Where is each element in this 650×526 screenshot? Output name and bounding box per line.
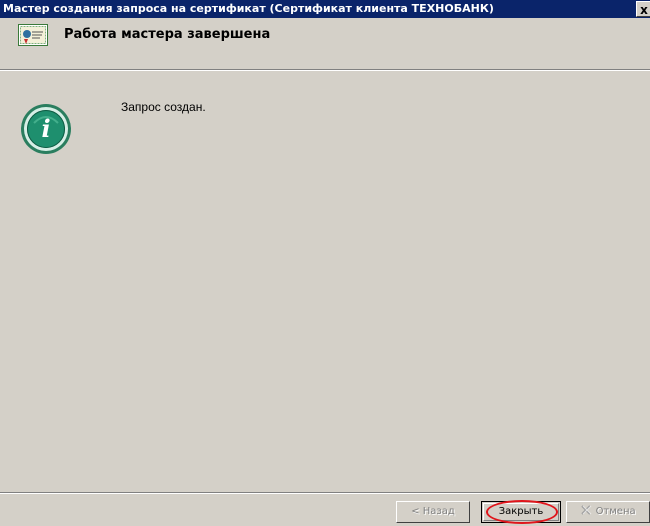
cancel-button[interactable]: Отмена bbox=[566, 501, 650, 523]
wizard-header: Работа мастера завершена bbox=[0, 18, 650, 70]
close-window-button[interactable]: x bbox=[636, 1, 650, 17]
title-bar[interactable]: Мастер создания запроса на сертификат (С… bbox=[0, 0, 650, 18]
certificate-icon bbox=[18, 24, 48, 46]
close-button-label: Закрыть bbox=[498, 506, 544, 517]
info-icon: i bbox=[21, 104, 71, 154]
svg-text:i: i bbox=[41, 114, 50, 143]
close-button[interactable]: Закрыть bbox=[481, 501, 561, 523]
close-icon: x bbox=[640, 3, 648, 17]
back-button[interactable]: < Назад bbox=[396, 501, 470, 523]
back-button-label: < Назад bbox=[411, 506, 455, 517]
header-divider bbox=[0, 69, 650, 71]
window-title: Мастер создания запроса на сертификат (С… bbox=[3, 2, 494, 15]
header-title: Работа мастера завершена bbox=[64, 27, 271, 42]
wizard-window: Мастер создания запроса на сертификат (С… bbox=[0, 0, 650, 526]
cancel-x-icon bbox=[581, 505, 592, 515]
status-message: Запрос создан. bbox=[121, 100, 206, 114]
footer-divider bbox=[0, 492, 650, 494]
cancel-button-label: Отмена bbox=[595, 506, 636, 517]
